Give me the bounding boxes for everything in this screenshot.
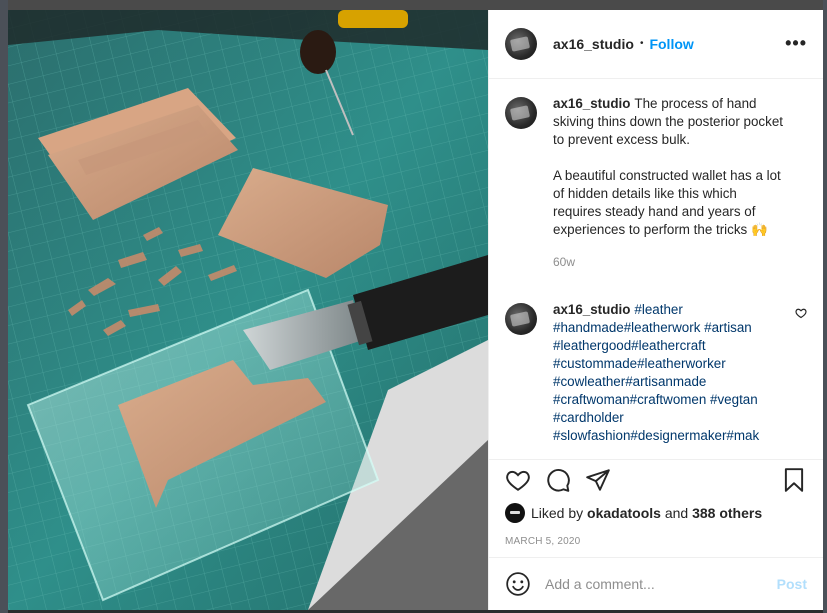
separator-dot: •: [639, 38, 644, 50]
caption-text: The process of hand skiving thins down t…: [553, 95, 783, 237]
post-header: ax16_studio • Follow •••: [489, 10, 823, 79]
hashtag-body: ax16_studio #leather #handmade#leatherwor…: [553, 301, 783, 445]
heart-icon[interactable]: [505, 467, 531, 493]
backdrop-right-strip: [823, 0, 827, 613]
follow-button[interactable]: Follow: [649, 36, 693, 52]
comment-icon[interactable]: [545, 467, 571, 493]
liker-avatar[interactable]: [505, 503, 525, 524]
backdrop-left-strip: [0, 0, 8, 613]
likes-row: Liked by okadatools and 388 others: [489, 499, 823, 528]
hashtag-text[interactable]: #leather #handmade#leatherwork #artisan …: [553, 302, 759, 443]
action-bar: [489, 459, 823, 499]
comment-username[interactable]: ax16_studio: [553, 302, 630, 317]
avatar[interactable]: [505, 27, 537, 60]
avatar[interactable]: [505, 302, 537, 335]
post-photo[interactable]: [8, 10, 488, 610]
share-icon[interactable]: [585, 467, 611, 493]
comment-input[interactable]: [545, 575, 777, 592]
comments-section[interactable]: ax16_studio The process of hand skiving t…: [489, 79, 823, 457]
liker-username[interactable]: okadatools: [587, 505, 661, 521]
heart-small-icon[interactable]: [795, 307, 807, 319]
add-comment-bar: Post: [489, 556, 823, 610]
smiley-icon[interactable]: [505, 571, 531, 597]
header-username[interactable]: ax16_studio: [553, 36, 634, 52]
likes-and: and: [664, 505, 689, 522]
likes-prefix: Liked by: [531, 505, 584, 522]
post-detail-panel: ax16_studio • Follow ••• ax16_studio The …: [488, 10, 823, 610]
post-button[interactable]: Post: [777, 576, 807, 592]
caption-body: ax16_studio The process of hand skiving t…: [553, 95, 785, 239]
post-date[interactable]: MARCH 5, 2020: [489, 528, 823, 557]
bookmark-icon[interactable]: [781, 467, 807, 493]
caption-time[interactable]: 60w: [553, 255, 785, 269]
avatar[interactable]: [505, 96, 537, 129]
likes-others[interactable]: 388 others: [692, 505, 762, 521]
leather-skiving-photo: [8, 10, 488, 610]
hashtag-comment: ax16_studio #leather #handmade#leatherwor…: [505, 301, 807, 445]
caption-comment: ax16_studio The process of hand skiving t…: [505, 95, 807, 287]
more-icon[interactable]: •••: [785, 33, 807, 54]
caption-username[interactable]: ax16_studio: [553, 96, 630, 111]
